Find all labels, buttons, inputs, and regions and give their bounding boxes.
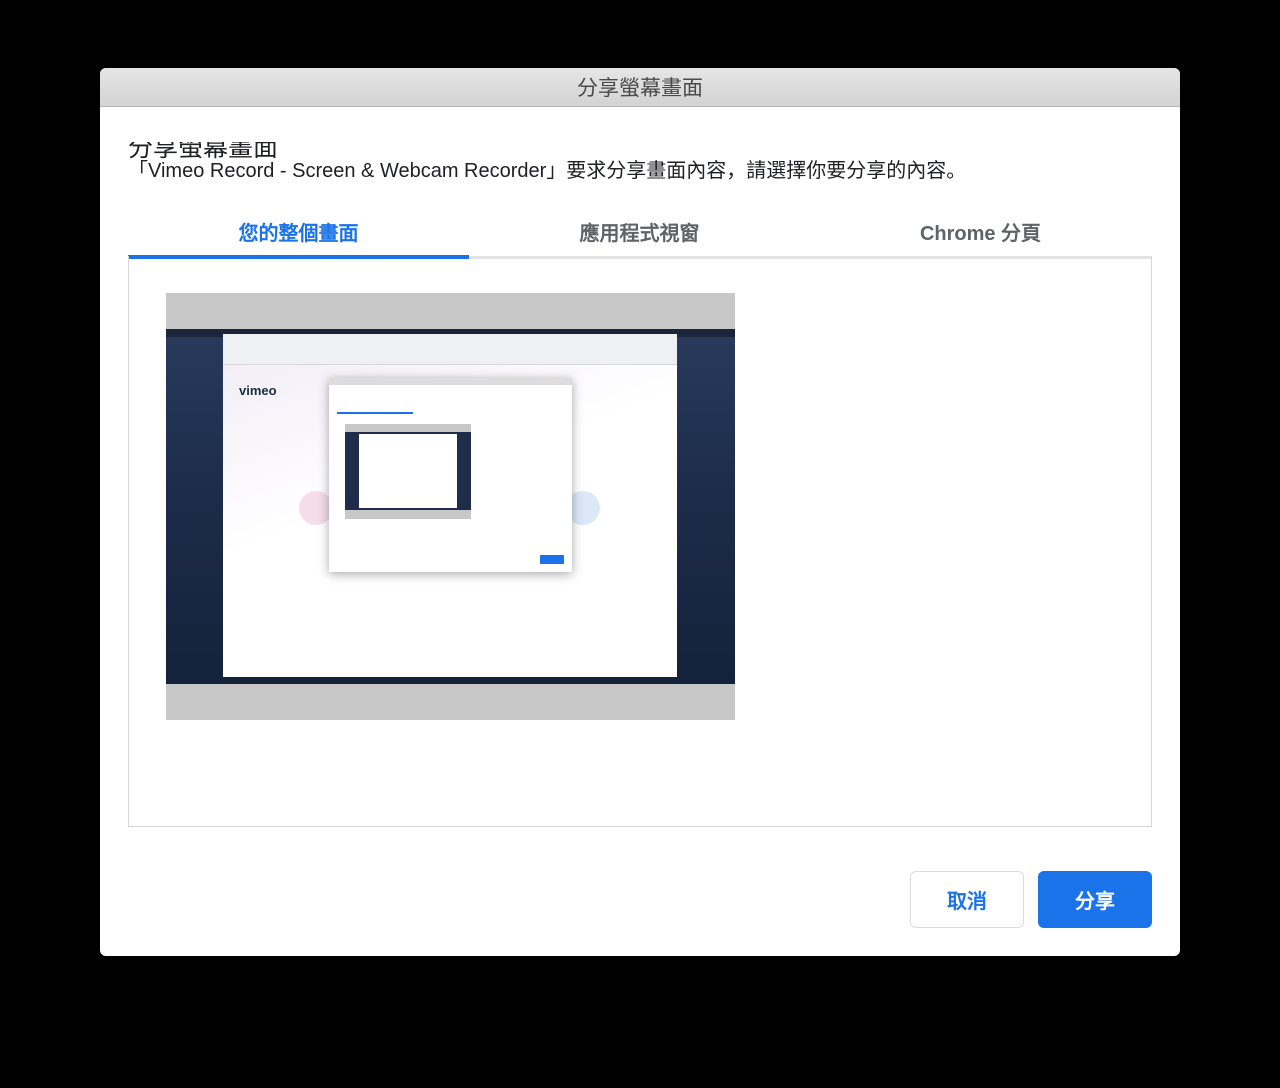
desktop-preview: vimeo [166,329,735,684]
preview-page: vimeo [223,365,677,677]
share-button[interactable]: 分享 [1038,871,1152,928]
preview-nested-thumbnail [345,424,471,519]
tab-chrome-tab[interactable]: Chrome 分頁 [810,206,1151,256]
tab-application-window[interactable]: 應用程式視窗 [469,206,810,256]
preview-browser-toolbar [223,334,677,365]
window-title: 分享螢幕畫面 [577,77,703,100]
preview-nested-share-button [540,555,564,564]
preview-nested-dialog [329,378,572,572]
preview-feature-icon [299,491,333,525]
source-list-panel: vimeo [128,256,1152,827]
preview-nested-tab-indicator [337,412,413,414]
cancel-button[interactable]: 取消 [910,871,1024,928]
screen-thumbnail[interactable]: vimeo [166,293,735,720]
preview-nested-titlebar [329,378,572,385]
dialog-description: 「Vimeo Record - Screen & Webcam Recorder… [128,160,967,182]
preview-vimeo-logo: vimeo [239,383,277,398]
window-titlebar[interactable]: 分享螢幕畫面 [100,68,1180,107]
source-tabs: 您的整個畫面 應用程式視窗 Chrome 分頁 [128,206,1152,259]
preview-nested-window [359,434,457,508]
share-screen-dialog: 分享螢幕畫面 分享螢幕畫面 「Vimeo Record - Screen & W… [100,68,1180,956]
tab-entire-screen[interactable]: 您的整個畫面 [128,206,469,259]
preview-browser-window: vimeo [223,334,677,677]
